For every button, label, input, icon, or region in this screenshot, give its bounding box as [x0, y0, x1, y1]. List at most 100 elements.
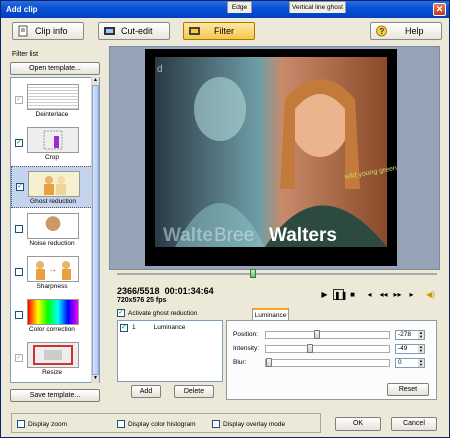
ok-button[interactable]: OK [335, 417, 381, 431]
reset-button[interactable]: Reset [387, 383, 429, 396]
position-label: Position: [233, 331, 258, 338]
pause-icon[interactable]: ❚❚ [333, 289, 347, 300]
intensity-value: -49 [398, 345, 408, 352]
filter-item-noise-reduction[interactable]: Noise reduction [11, 209, 93, 251]
help-button[interactable]: ? Help [370, 22, 442, 40]
position-input[interactable]: -278 ▲ ▼ [395, 330, 425, 340]
blur-label: Blur: [233, 359, 247, 366]
filter-item-crop[interactable]: ✓ Crop [11, 123, 93, 165]
sharpness-label: Sharpness [36, 283, 68, 290]
spin-arrows-icon[interactable]: ▲ ▼ [418, 331, 424, 339]
activate-ghost-row[interactable]: ✓ Activate ghost reduction [117, 309, 197, 317]
fast-forward-icon[interactable]: ▸▸ [392, 289, 403, 300]
blur-slider[interactable] [265, 359, 390, 367]
play-icon[interactable]: ▶ [319, 289, 330, 300]
stop-icon[interactable]: ■ [347, 289, 358, 300]
filter-button[interactable]: Filter [183, 22, 255, 40]
prev-frame-icon[interactable]: ◂ [364, 289, 375, 300]
scroll-thumb[interactable] [92, 85, 99, 375]
video-caption: Walters [269, 225, 337, 246]
video-format: 720x576 25 fps [117, 297, 167, 304]
display-histogram-checkbox[interactable] [117, 420, 125, 428]
add-button[interactable]: Add [131, 385, 161, 398]
filter-item-sharpness[interactable]: → Sharpness [11, 252, 93, 294]
intensity-input[interactable]: -49 ▲ ▼ [395, 344, 425, 354]
resize-icon [27, 342, 79, 368]
filter-item-deinterlace[interactable]: ✓ Deinterlace [11, 80, 93, 122]
ghost-item-checkbox[interactable]: ✓ [120, 323, 128, 332]
help-label: Help [405, 26, 424, 36]
save-template-button[interactable]: Save template... [10, 389, 100, 402]
activate-ghost-checkbox[interactable]: ✓ [117, 309, 125, 317]
scroll-down-icon[interactable]: ▼ [92, 375, 99, 383]
timecode: 00:01:34:64 [164, 286, 214, 296]
position-slider-thumb[interactable] [314, 330, 320, 339]
svg-text:?: ? [379, 27, 384, 36]
volume-icon[interactable]: ◀) [425, 289, 436, 300]
noise-reduction-checkbox[interactable] [15, 225, 23, 233]
color-correction-label: Color correction [29, 326, 75, 333]
noise-reduction-icon [27, 213, 79, 239]
video-preview[interactable]: d Walte Bree Walters wild young greens [145, 49, 397, 266]
filter-list: ✓ Deinterlace ✓ Crop ✓ Ghost reduction N… [10, 77, 100, 383]
filter-item-color-correction[interactable]: Color correction [11, 295, 93, 337]
scroll-up-icon[interactable]: ▲ [92, 77, 99, 85]
ghost-item-name: Luminance [153, 324, 186, 331]
cut-edit-label: Cut-edit [121, 26, 153, 36]
resize-checkbox[interactable]: ✓ [15, 354, 23, 362]
crop-icon [27, 127, 79, 153]
clip-info-button[interactable]: Clip info [12, 22, 84, 40]
sharpness-icon: → [27, 256, 79, 282]
intensity-label: Intensity: [233, 345, 260, 352]
video-caption-ghost: Walte [163, 225, 213, 246]
cancel-button[interactable]: Cancel [391, 417, 437, 431]
open-template-button[interactable]: Open template... [10, 62, 100, 75]
deinterlace-checkbox[interactable]: ✓ [15, 96, 23, 104]
timeline-track[interactable] [117, 273, 437, 275]
intensity-slider-thumb[interactable] [307, 344, 313, 353]
display-zoom-checkbox[interactable] [17, 420, 25, 428]
add-clip-window: Add clip ✕ Clip info Cut-edit Filter ? H… [0, 0, 450, 438]
rewind-icon[interactable]: ◂◂ [378, 289, 389, 300]
delete-button[interactable]: Delete [174, 385, 214, 398]
display-histogram-label: Display color histogram [128, 420, 196, 428]
noise-reduction-label: Noise reduction [29, 240, 75, 247]
timeline-thumb[interactable] [250, 269, 256, 278]
resize-label: Resize [42, 369, 62, 376]
position-slider[interactable] [265, 331, 390, 339]
ghost-reduction-label: Ghost reduction [30, 198, 76, 205]
frame-counter: 2366/5518 [117, 286, 160, 296]
tab-edge[interactable]: Edge [227, 1, 252, 13]
spin-arrows-icon[interactable]: ▲ ▼ [418, 359, 424, 367]
blur-slider-thumb[interactable] [266, 358, 272, 367]
filter-list-scrollbar[interactable]: ▲ ▼ [91, 77, 99, 383]
sharpness-checkbox[interactable] [15, 268, 23, 276]
intensity-slider[interactable] [265, 345, 390, 353]
video-frame-image: d Walte Bree Walters wild young greens [145, 49, 397, 266]
video-caption-ghost-2: Bree [214, 225, 254, 246]
color-correction-checkbox[interactable] [15, 311, 23, 319]
display-histogram-option[interactable]: Display color histogram [117, 420, 196, 428]
display-overlay-option[interactable]: Display overlay mode [212, 420, 285, 428]
spin-arrows-icon[interactable]: ▲ ▼ [418, 345, 424, 353]
activate-ghost-label: Activate ghost reduction [128, 309, 198, 317]
clip-info-label: Clip info [35, 26, 68, 36]
crop-checkbox[interactable]: ✓ [15, 139, 23, 147]
blur-input[interactable]: 0 ▲ ▼ [395, 358, 425, 368]
svg-text:→: → [48, 264, 57, 274]
display-overlay-checkbox[interactable] [212, 420, 220, 428]
position-value: -278 [398, 331, 412, 338]
cut-edit-button[interactable]: Cut-edit [98, 22, 170, 40]
filter-icon [189, 25, 200, 37]
ghost-list-item[interactable]: ✓ 1 Luminance [120, 323, 220, 332]
tab-vertical-line-ghost[interactable]: Vertical line ghost [289, 1, 346, 13]
close-icon: ✕ [435, 4, 444, 14]
blur-value: 0 [398, 359, 402, 366]
next-frame-icon[interactable]: ▸ [406, 289, 417, 300]
filter-item-ghost-reduction[interactable]: ✓ Ghost reduction [11, 166, 93, 208]
ghost-reduction-checkbox[interactable]: ✓ [16, 183, 24, 191]
svg-text:d: d [157, 64, 163, 75]
filter-item-resize[interactable]: ✓ Resize [11, 338, 93, 380]
display-zoom-option[interactable]: Display zoom [17, 420, 67, 428]
close-button[interactable]: ✕ [433, 3, 446, 16]
